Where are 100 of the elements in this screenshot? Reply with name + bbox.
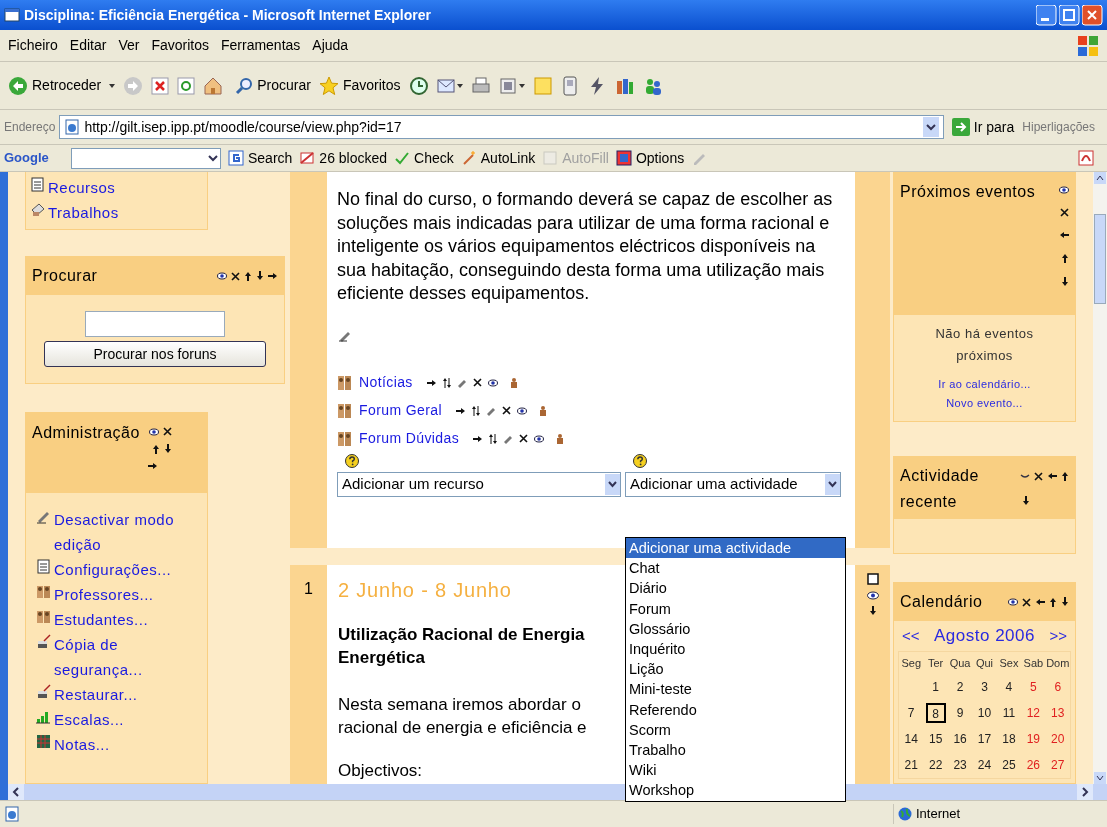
go-button[interactable]: Ir para	[947, 116, 1019, 138]
google-search-field[interactable]	[71, 147, 221, 169]
nav-link[interactable]: Trabalhos	[48, 200, 119, 225]
calendar-day[interactable]: 25	[1002, 756, 1016, 774]
help-icon[interactable]	[633, 453, 647, 468]
pdf-icon[interactable]	[1077, 149, 1095, 167]
nav-link[interactable]: Estudantes...	[54, 607, 149, 632]
dropdown-option[interactable]: Wiki	[626, 760, 845, 781]
right-arrow-icon[interactable]	[147, 462, 158, 470]
eye-icon[interactable]	[148, 427, 159, 436]
right-arrow-icon[interactable]	[426, 378, 437, 387]
dropdown-option[interactable]: Forum	[626, 598, 845, 619]
calendar-day[interactable]: 24	[977, 756, 992, 774]
forum-link[interactable]: Forum Geral	[359, 400, 442, 421]
left-arrow-icon[interactable]	[1047, 472, 1057, 480]
help-icon[interactable]	[345, 453, 359, 468]
phone-icon[interactable]	[560, 75, 579, 96]
printer-icon[interactable]	[470, 75, 491, 96]
up-arrow-icon[interactable]	[1049, 597, 1057, 607]
back-button[interactable]: Retroceder	[8, 75, 102, 96]
calendar-day[interactable]: 17	[977, 730, 992, 748]
square-icon[interactable]	[866, 573, 879, 585]
calendar-day[interactable]: 23	[953, 756, 967, 774]
google-toolbar-button[interactable]: 26 blocked	[299, 147, 388, 169]
dropdown-arrow-icon[interactable]	[109, 83, 116, 88]
close-icon[interactable]	[1034, 471, 1043, 481]
scrollbar-thumb[interactable]	[1094, 214, 1106, 304]
right-arrow-icon[interactable]	[268, 272, 278, 280]
down-arrow-icon[interactable]	[1022, 496, 1030, 506]
close-icon[interactable]	[1060, 208, 1069, 217]
close-icon[interactable]	[502, 406, 511, 415]
right-arrow-icon[interactable]	[456, 406, 466, 415]
calendar-day[interactable]: 10	[977, 704, 992, 722]
eye-icon[interactable]	[517, 406, 527, 415]
nav-link[interactable]: Cópia de segurança...	[54, 632, 187, 682]
nav-link[interactable]: Notas...	[54, 732, 110, 757]
down-arrow-icon[interactable]	[868, 606, 877, 616]
person-icon[interactable]	[539, 405, 547, 416]
dropdown-option[interactable]: Chat	[626, 558, 845, 579]
up-down-arrows-icon[interactable]	[489, 433, 498, 444]
dropdown-option[interactable]: Scorm	[626, 719, 845, 741]
edit-pen-icon[interactable]	[339, 329, 351, 342]
nav-link[interactable]: Restaurar...	[54, 682, 138, 707]
calendar-day[interactable]: 8	[925, 703, 946, 723]
left-arrow-icon[interactable]	[1035, 598, 1045, 606]
calendar-day[interactable]: 13	[1051, 704, 1065, 722]
down-arrow-icon[interactable]	[256, 271, 264, 281]
menu-item[interactable]: Ferramentas	[220, 35, 301, 56]
next-month-link[interactable]: >>	[1049, 624, 1067, 648]
edit-pen-icon[interactable]	[503, 433, 514, 444]
maximize-button[interactable]	[1059, 4, 1080, 26]
left-arrow-icon[interactable]	[1059, 231, 1069, 239]
google-toolbar-button[interactable]: Check	[394, 147, 454, 169]
up-arrow-icon[interactable]	[244, 271, 252, 281]
history-clock-icon[interactable]	[408, 75, 429, 96]
calendar-day[interactable]: 4	[1005, 678, 1013, 696]
calendar-link[interactable]: Ir ao calendário...	[938, 375, 1031, 394]
calendar-day[interactable]: 1	[932, 678, 939, 696]
dropdown-option[interactable]: Inquérito	[626, 639, 845, 660]
nav-link[interactable]: Escalas...	[54, 707, 125, 732]
eye-icon[interactable]	[217, 272, 227, 280]
closed-eye-icon[interactable]	[1020, 472, 1030, 480]
dropdown-option[interactable]: Referendo	[626, 699, 845, 720]
calendar-day[interactable]: 15	[928, 730, 943, 748]
right-arrow-icon[interactable]	[473, 434, 484, 443]
down-arrow-icon[interactable]	[163, 444, 172, 454]
eye-icon[interactable]	[1059, 186, 1069, 194]
edit-pen-icon[interactable]	[456, 377, 467, 388]
menu-item[interactable]: Ajuda	[312, 35, 349, 56]
forum-link[interactable]: Notícias	[359, 372, 413, 393]
search-pane-button[interactable]: Procurar	[235, 75, 311, 96]
up-arrow-icon[interactable]	[151, 444, 160, 454]
links-label[interactable]: Hiperligações	[1022, 118, 1103, 136]
calendar-day[interactable]: 21	[904, 756, 918, 774]
calendar-day[interactable]: 3	[981, 678, 988, 696]
calendar-day[interactable]: 9	[956, 704, 964, 722]
calendar-day[interactable]: 7	[907, 704, 915, 722]
dropdown-option[interactable]: Lição	[626, 659, 845, 680]
calendar-day[interactable]: 18	[1002, 730, 1016, 748]
person-icon[interactable]	[509, 377, 518, 388]
forum-link[interactable]: Forum Dúvidas	[359, 428, 460, 449]
calendar-day[interactable]: 5	[1030, 678, 1037, 696]
stop-icon[interactable]	[151, 76, 170, 95]
down-arrow-icon[interactable]	[1061, 277, 1069, 287]
address-field[interactable]: http://gilt.isep.ipp.pt/moodle/course/view.php?id=17	[59, 115, 944, 139]
edit-page-icon[interactable]	[498, 76, 525, 95]
nav-link[interactable]: Desactivar modo edição	[54, 507, 187, 557]
calendar-day[interactable]: 11	[1002, 704, 1016, 722]
up-down-arrows-icon[interactable]	[472, 405, 480, 416]
eye-icon[interactable]	[534, 434, 545, 443]
menu-item[interactable]: Ficheiro	[8, 35, 58, 56]
nav-link[interactable]: Recursos	[48, 175, 116, 200]
nav-link[interactable]: Configurações...	[54, 557, 172, 582]
calendar-day[interactable]: 2	[956, 678, 964, 696]
calendar-day[interactable]: 27	[1051, 756, 1065, 774]
menu-item[interactable]: Ver	[118, 35, 140, 56]
menu-item[interactable]: Editar	[69, 35, 107, 56]
calendar-day[interactable]: 6	[1054, 678, 1062, 696]
previous-month-link[interactable]: <<	[902, 624, 920, 648]
close-icon[interactable]	[472, 378, 482, 387]
